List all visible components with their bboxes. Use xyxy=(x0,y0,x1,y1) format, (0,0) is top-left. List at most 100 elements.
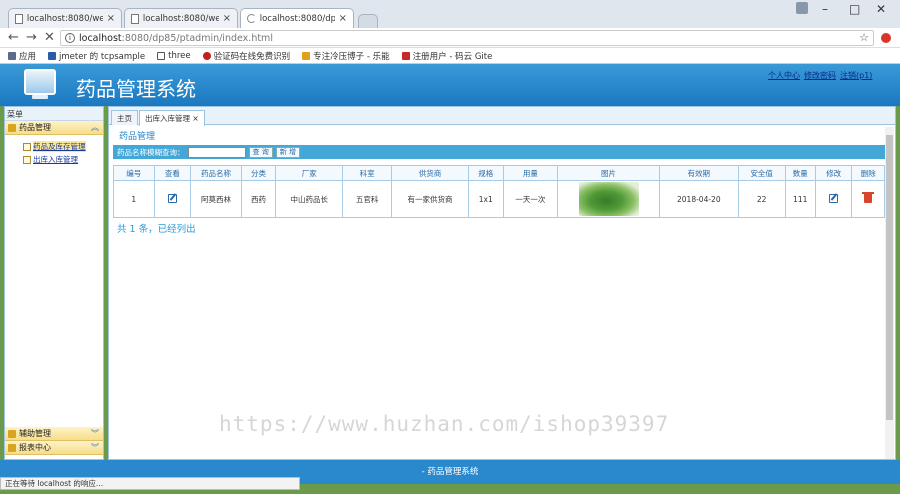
cell-edit[interactable] xyxy=(814,180,853,218)
col-header: 图片 xyxy=(557,165,660,181)
sidebar-group-auxiliary[interactable]: 辅助管理 ︾ xyxy=(5,427,103,441)
section-title: 药品管理 xyxy=(119,132,156,142)
col-header: 用量 xyxy=(502,165,559,181)
forward-icon[interactable]: → xyxy=(26,30,37,45)
change-password-link[interactable]: 修改密码 xyxy=(804,70,836,81)
col-header: 分类 xyxy=(240,165,277,181)
table-row: 1 阿莫西林 西药 中山药品长 五官科 有一家供货商 1x1 一天一次 2018… xyxy=(113,180,885,218)
sidebar-item-inventory[interactable]: 药品及库存管理 xyxy=(23,141,103,152)
scrollbar-thumb[interactable] xyxy=(886,135,893,420)
logout-link[interactable]: 注销(p1) xyxy=(840,70,872,81)
cell-expiry: 2018-04-20 xyxy=(658,180,739,218)
sidebar-group-reports[interactable]: 报表中心 ︾ xyxy=(5,441,103,455)
query-button[interactable]: 查 询 xyxy=(248,146,273,158)
trash-icon[interactable] xyxy=(862,191,875,203)
chevron-down-icon[interactable]: ︾ xyxy=(91,428,99,439)
browser-tab-title: localhost:8080/dp85/p xyxy=(259,13,335,24)
page-icon xyxy=(157,51,166,60)
cell-category: 西药 xyxy=(240,180,277,218)
sidebar-group-drug-management[interactable]: 药品管理 ︽ xyxy=(5,121,103,135)
tab-stock-in-out[interactable]: 出库入库管理 × xyxy=(139,110,205,126)
personal-center-link[interactable]: 个人中心 xyxy=(768,70,800,81)
new-tab-button[interactable] xyxy=(358,14,378,28)
bookmark-kitchen[interactable]: 专注冷压博子 - 乐能 xyxy=(302,50,390,62)
file-icon xyxy=(23,142,31,151)
cell-qty: 111 xyxy=(784,180,816,218)
view-icon[interactable] xyxy=(167,193,177,203)
close-icon[interactable]: × xyxy=(107,13,115,24)
col-header: 安全值 xyxy=(737,165,786,181)
bookmark-gitee[interactable]: 注册用户 - 码云 Gite xyxy=(401,50,492,62)
record-summary: 共 1 条，已经列出 xyxy=(117,224,196,235)
cell-id: 1 xyxy=(113,180,155,218)
site-icon xyxy=(202,51,211,60)
col-header: 数量 xyxy=(784,165,816,181)
col-header: 厂家 xyxy=(275,165,344,181)
edit-icon[interactable] xyxy=(829,193,839,203)
drug-photo xyxy=(578,182,639,216)
app-title: 药品管理系统 xyxy=(76,77,196,101)
bookmark-three[interactable]: three xyxy=(157,51,191,61)
col-header: 药品名称 xyxy=(190,165,242,181)
close-icon[interactable]: × xyxy=(192,114,198,123)
tab-home[interactable]: 主页 xyxy=(111,110,138,125)
bookmark-star-icon[interactable]: ☆ xyxy=(859,31,869,44)
bookmark-apps[interactable]: 应用 xyxy=(8,50,36,62)
sidebar-item-label[interactable]: 药品及库存管理 xyxy=(33,141,86,152)
drug-table: 编号 查看 药品名称 分类 厂家 科室 供货商 规格 用量 图片 有效期 安全值… xyxy=(113,165,885,218)
close-icon[interactable]: × xyxy=(223,13,231,24)
browser-tab-2[interactable]: localhost:8080/webtoo × xyxy=(124,8,238,28)
stop-icon[interactable]: ✕ xyxy=(44,30,55,45)
loading-icon xyxy=(247,14,256,23)
watermark: https://www.huzhan.com/ishop39397 xyxy=(219,412,670,436)
page-icon xyxy=(131,13,139,24)
top-links: 个人中心 修改密码 注销(p1) xyxy=(768,70,872,81)
browser-tab-title: localhost:8080/webtoo xyxy=(26,13,103,24)
cell-safety: 22 xyxy=(737,180,786,218)
site-icon xyxy=(302,51,311,60)
back-icon[interactable]: ← xyxy=(8,30,19,45)
user-profile-icon[interactable] xyxy=(796,2,808,14)
folder-icon xyxy=(8,123,16,132)
sidebar-group-label: 报表中心 xyxy=(19,443,51,452)
browser-tab-1[interactable]: localhost:8080/webtoo × xyxy=(8,8,122,28)
close-icon[interactable]: × xyxy=(339,13,347,24)
col-header: 有效期 xyxy=(658,165,739,181)
window-close-icon[interactable]: ✕ xyxy=(876,2,886,16)
cell-view[interactable] xyxy=(153,180,192,218)
url-text: localhost:8080/dp85/ptadmin/index.html xyxy=(79,33,273,44)
cell-delete[interactable] xyxy=(851,180,885,218)
extension-icon[interactable] xyxy=(881,33,891,43)
address-bar-row: ← → ✕ i localhost:8080/dp85/ptadmin/inde… xyxy=(0,28,900,48)
drug-name-search-input[interactable] xyxy=(187,146,246,158)
minimize-icon[interactable]: – xyxy=(822,2,828,16)
info-icon[interactable]: i xyxy=(65,33,75,43)
sidebar-item-stock-in-out[interactable]: 出库入库管理 xyxy=(23,154,103,165)
browser-tab-strip: localhost:8080/webtoo × localhost:8080/w… xyxy=(0,0,900,28)
col-header: 查看 xyxy=(153,165,192,181)
bookmarks-bar: 应用 jmeter 的 tcpsample three 验证码在线免费识别 专注… xyxy=(0,48,900,64)
cell-dosage: 一天一次 xyxy=(502,180,559,218)
col-header: 修改 xyxy=(814,165,853,181)
shield-icon xyxy=(48,51,57,60)
cell-dept: 五官科 xyxy=(342,180,392,218)
cell-spec: 1x1 xyxy=(468,180,504,218)
monitor-stand xyxy=(32,95,48,99)
browser-tab-3[interactable]: localhost:8080/dp85/p × xyxy=(240,8,354,28)
table-header-row: 编号 查看 药品名称 分类 厂家 科室 供货商 规格 用量 图片 有效期 安全值… xyxy=(113,165,885,181)
cell-name: 阿莫西林 xyxy=(190,180,242,218)
chevron-up-icon[interactable]: ︽ xyxy=(91,122,99,133)
chevron-down-icon[interactable]: ︾ xyxy=(91,442,99,453)
bookmark-captcha[interactable]: 验证码在线免费识别 xyxy=(202,50,290,62)
col-header: 科室 xyxy=(342,165,392,181)
sidebar-header: 菜单 xyxy=(5,107,103,121)
col-header: 供货商 xyxy=(390,165,470,181)
cell-maker: 中山药品长 xyxy=(275,180,344,218)
maximize-icon[interactable]: □ xyxy=(849,2,860,16)
url-bar[interactable]: i localhost:8080/dp85/ptadmin/index.html… xyxy=(60,30,874,46)
sidebar-item-label[interactable]: 出库入库管理 xyxy=(33,154,78,165)
sidebar-group-label: 辅助管理 xyxy=(19,429,51,438)
bookmark-jmeter[interactable]: jmeter 的 tcpsample xyxy=(48,50,145,62)
apps-grid-icon xyxy=(8,51,16,60)
add-button[interactable]: 新 增 xyxy=(275,146,300,158)
